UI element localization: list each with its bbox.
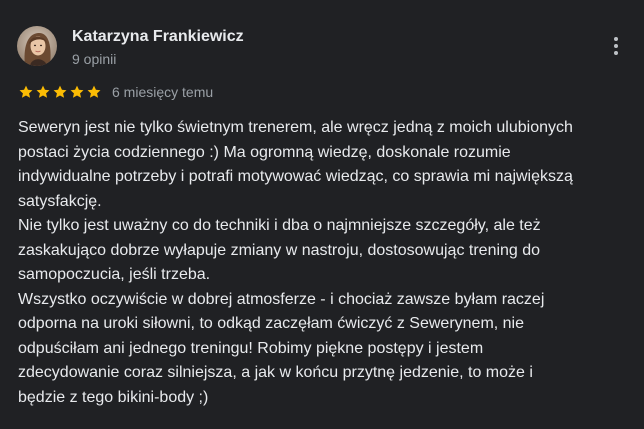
review-text-line: Seweryn jest nie tylko świetnym trenerem… (18, 119, 573, 136)
review-text-line: zdecydowanie coraz silniejsza, a jak w k… (18, 364, 533, 381)
star-icon (69, 84, 85, 100)
avatar[interactable] (17, 26, 57, 66)
more-vert-icon-dot (614, 44, 618, 48)
review-text-line: indywidualne potrzeby i potrafi motywowa… (18, 168, 573, 185)
review-text-line: Nie tylko jest uważny co do techniki i d… (18, 217, 541, 234)
review-text-line: samopoczucia, jeśli trzeba. (18, 266, 211, 283)
more-vert-icon (614, 37, 618, 41)
avatar-photo-icon (17, 26, 57, 66)
review-text-line: satysfakcję. (18, 192, 102, 210)
star-icon (86, 84, 102, 100)
star-icon (52, 84, 68, 100)
star-icon (35, 84, 51, 100)
review-text-line: będzie z tego bikini-body ;) (18, 388, 209, 406)
author-name[interactable]: Katarzyna Frankiewicz (72, 27, 244, 47)
rating-row: 6 miesięcy temu (18, 82, 213, 102)
review-date: 6 miesięcy temu (112, 84, 214, 100)
review-text-line: Wszystko oczywiście w dobrej atmosferze … (18, 290, 545, 308)
star-rating (18, 84, 102, 100)
more-vert-icon-dot (614, 51, 618, 55)
author-review-count[interactable]: 9 opinii (72, 50, 116, 68)
review-text-line: postaci życia codziennego :) Ma ogromną … (18, 143, 511, 161)
review-card: Katarzyna Frankiewicz 9 opinii 6 miesięc… (0, 0, 644, 429)
review-text-line: zaskakująco dobrze wyłapuje zmiany w nas… (18, 241, 541, 259)
more-options-button[interactable] (600, 30, 632, 62)
review-text: Seweryn jest nie tylko świetnym trenerem… (18, 116, 618, 410)
star-icon (18, 84, 34, 100)
review-text-line: odporna na uroki siłowni, to odkąd zaczę… (18, 315, 525, 332)
review-text-line: odpuściłam ani jednego treningu! Robimy … (18, 339, 484, 357)
